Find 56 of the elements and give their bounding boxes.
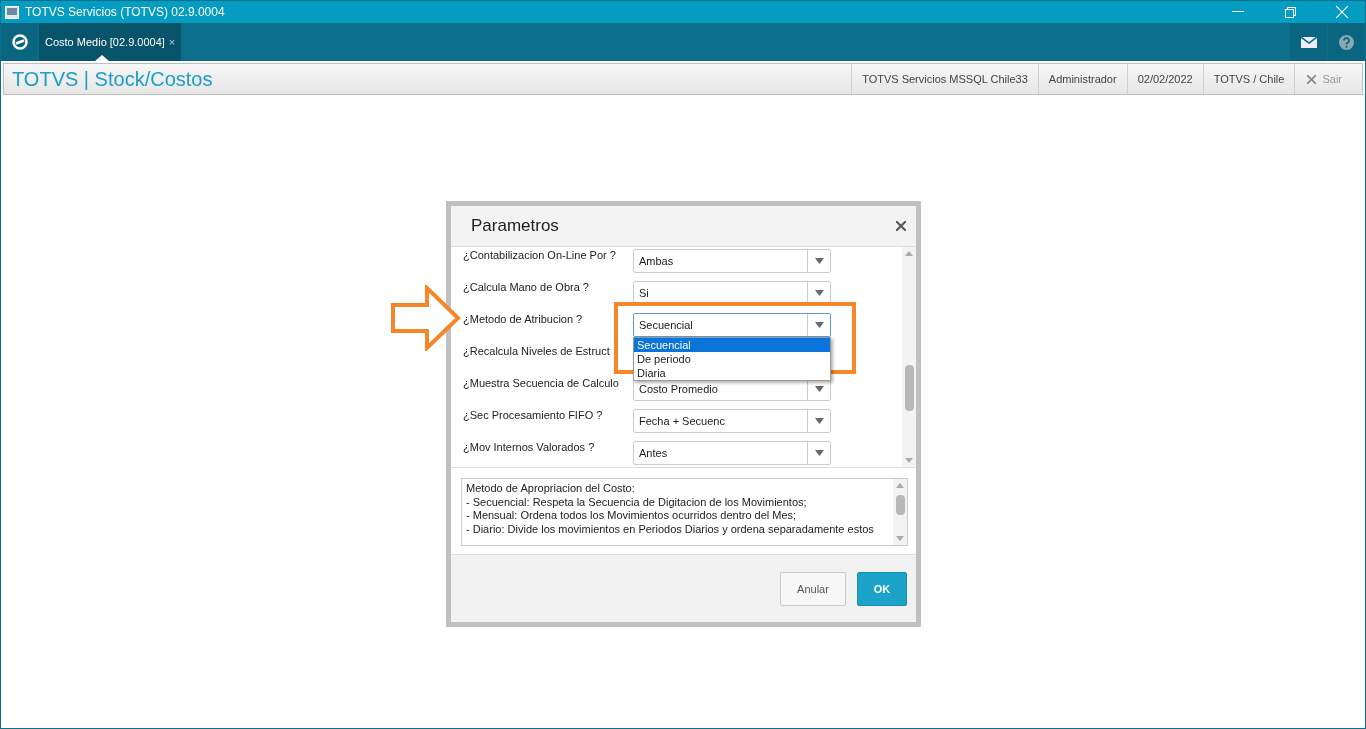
dropdown-option[interactable]: Diaria bbox=[634, 366, 830, 380]
scroll-up-icon bbox=[905, 251, 913, 256]
caret-icon bbox=[814, 450, 824, 456]
caret-icon bbox=[814, 290, 824, 296]
help-icon bbox=[1339, 34, 1354, 50]
app-window-icon bbox=[5, 5, 19, 19]
home-button[interactable] bbox=[1, 23, 38, 61]
header-info: Administrador bbox=[1037, 64, 1127, 94]
description-line: - Secuencial: Respeta la Secuencia de Digitacion de los Movimientos; bbox=[466, 495, 808, 509]
parameter-label: ¿Contabilizacion On-Line Por ? bbox=[463, 249, 617, 263]
dropdown-option[interactable]: De periodo bbox=[634, 352, 830, 366]
parameter-select[interactable]: Fecha + Secuenc bbox=[633, 409, 831, 433]
caret-icon bbox=[814, 386, 824, 392]
scroll-up-icon bbox=[896, 483, 904, 488]
cancel-button[interactable]: Anular bbox=[780, 571, 846, 606]
caret-icon bbox=[814, 322, 824, 328]
header-info: 02/02/2022 bbox=[1126, 64, 1203, 94]
program-tab[interactable]: Costo Medio [02.9.0004] × bbox=[39, 23, 182, 61]
parameter-select[interactable]: Si bbox=[633, 281, 831, 305]
restore-icon bbox=[1284, 6, 1296, 18]
parameter-label: ¿Metodo de Atribucion ? bbox=[463, 313, 584, 327]
scroll-thumb[interactable] bbox=[896, 495, 905, 515]
description-line: - Mensual: Ordena todos los Movimientos ocurridos dentro del Mes; bbox=[466, 509, 798, 523]
header-info: TOTVS / Chile bbox=[1202, 64, 1295, 94]
window-title: TOTVS Servicios (TOTVS) 02.9.0004 bbox=[25, 5, 226, 19]
app-brand: TOTVS | Stock/Costos bbox=[11, 67, 214, 91]
scrollbar[interactable] bbox=[893, 479, 907, 545]
help-button[interactable] bbox=[1328, 23, 1365, 61]
close-icon bbox=[1307, 74, 1317, 84]
header-info: TOTVS Servicios MSSQL Chile33 bbox=[851, 64, 1038, 94]
caret-icon bbox=[814, 258, 824, 264]
parameter-label: ¿Muestra Secuencia de Calculo bbox=[463, 377, 620, 391]
minimize-icon bbox=[1232, 11, 1244, 13]
description-line: Metodo de Apropriacion del Costo: bbox=[466, 482, 636, 496]
close-icon bbox=[896, 221, 906, 231]
parameter-select[interactable]: Secuencial bbox=[633, 313, 831, 337]
close-button[interactable] bbox=[896, 221, 906, 231]
scroll-down-icon bbox=[896, 536, 904, 541]
scrollbar[interactable] bbox=[902, 247, 916, 467]
parameter-label: ¿Sec Procesamiento FIFO ? bbox=[463, 409, 604, 423]
dialog-title: Parametros bbox=[471, 216, 559, 236]
scroll-thumb[interactable] bbox=[905, 365, 914, 411]
parameter-label: ¿Mov Internos Valorados ? bbox=[463, 441, 596, 455]
mail-icon bbox=[1300, 36, 1317, 48]
mail-button[interactable] bbox=[1290, 23, 1327, 61]
parameter-label: ¿Calcula Mano de Obra ? bbox=[463, 281, 590, 295]
close-icon bbox=[1336, 6, 1348, 18]
parameter-select[interactable]: Antes bbox=[633, 441, 831, 465]
scroll-down-icon bbox=[905, 458, 913, 463]
logo-icon bbox=[11, 34, 28, 50]
description-line: - Diario: Divide los movimientos en Periodos Diarios y ordena separadamente estos bbox=[466, 522, 875, 536]
caret-icon bbox=[814, 418, 824, 424]
tab-close-button[interactable]: × bbox=[168, 36, 176, 48]
parameter-select[interactable]: Ambas bbox=[633, 249, 831, 273]
parameter-label: ¿Recalcula Niveles de Estruct bbox=[463, 345, 611, 359]
dropdown-option[interactable]: Secuencial bbox=[634, 338, 830, 352]
